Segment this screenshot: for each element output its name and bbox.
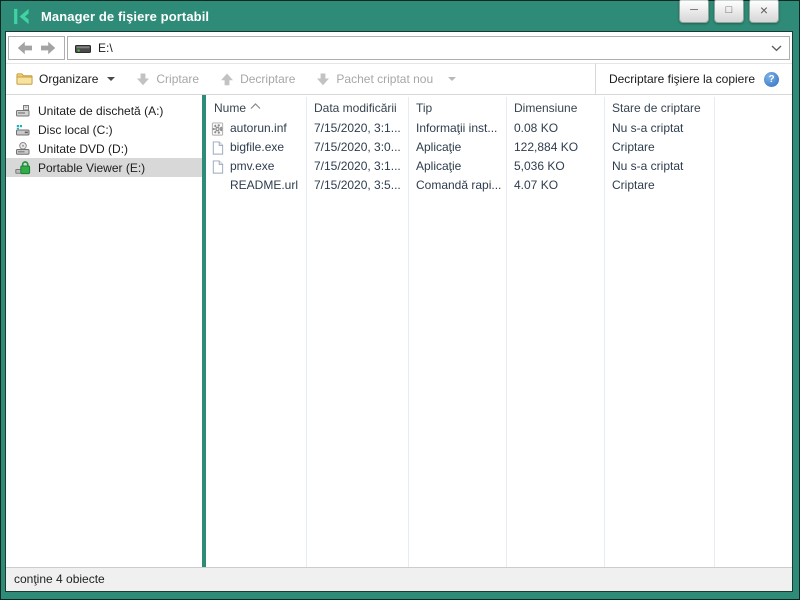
arrow-down-icon — [316, 73, 330, 86]
file-rows: autorun.inf 7/15/2020, 3:1... Informaţii… — [206, 119, 792, 195]
drive-sidebar: Unitate de dischetă (A:) Disc local (C:)… — [6, 95, 202, 567]
file-icon — [210, 140, 225, 156]
file-icon — [210, 159, 225, 175]
sidebar-item-portable-viewer-e[interactable]: Portable Viewer (E:) — [6, 158, 202, 177]
file-name: bigfile.exe — [230, 140, 285, 154]
file-type: Informaţii inst... — [416, 121, 498, 135]
file-type: Aplicaţie — [416, 159, 462, 173]
setup-file-icon — [210, 121, 225, 137]
chevron-down-icon — [448, 77, 457, 81]
file-row-bigfile[interactable]: bigfile.exe 7/15/2020, 3:0... Aplicaţie … — [206, 138, 792, 157]
decrypt-label: Decriptare — [240, 72, 296, 86]
column-header-encryption-status[interactable]: Stare de criptare — [604, 95, 714, 119]
folder-icon — [16, 72, 33, 86]
file-type: Comandă rapi... — [416, 178, 502, 192]
file-type: Aplicaţie — [416, 140, 462, 154]
file-name: autorun.inf — [230, 121, 287, 135]
navigation-bar: E:\ — [6, 32, 792, 63]
file-encryption-status: Nu s-a criptat — [612, 121, 684, 135]
window-controls: ─ □ × — [679, 0, 779, 23]
column-header-size[interactable]: Dimensiune — [506, 95, 604, 119]
new-encrypted-package-label: Pachet criptat nou — [336, 72, 434, 86]
file-size: 0.08 KO — [514, 121, 559, 135]
file-list: Nume Data modificării Tip Dimensiune Sta… — [206, 95, 792, 567]
file-encryption-status: Nu s-a criptat — [612, 159, 684, 173]
organize-label: Organizare — [39, 72, 99, 86]
back-button[interactable] — [17, 41, 33, 55]
decrypt-on-copy-label: Decriptare fişiere la copiere — [608, 72, 755, 86]
decrypt-button[interactable]: Decriptare — [220, 72, 295, 86]
file-size: 122,884 KO — [514, 140, 579, 154]
close-button[interactable]: × — [749, 0, 779, 23]
sidebar-item-floppy-a[interactable]: Unitate de dischetă (A:) — [6, 101, 202, 120]
arrow-down-icon — [136, 73, 150, 86]
file-name: pmv.exe — [230, 159, 275, 173]
decrypt-on-copy-button[interactable]: Decriptare fişiere la copiere ? — [594, 63, 792, 95]
file-date: 7/15/2020, 3:0... — [314, 140, 401, 154]
floppy-drive-icon — [15, 103, 31, 119]
nav-buttons — [8, 36, 65, 60]
sidebar-item-dvd-d[interactable]: Unitate DVD (D:) — [6, 139, 202, 158]
file-encryption-status: Criptare — [612, 140, 655, 154]
minimize-button[interactable]: ─ — [679, 0, 709, 23]
file-row-autorun[interactable]: autorun.inf 7/15/2020, 3:1... Informaţii… — [206, 119, 792, 138]
file-size: 5,036 KO — [514, 159, 565, 173]
new-encrypted-package-button[interactable]: Pachet criptat nou — [316, 72, 457, 86]
file-name: README.url — [230, 178, 299, 192]
local-disk-icon — [15, 122, 31, 138]
window-title: Manager de fişiere portabil — [41, 8, 210, 24]
file-date: 7/15/2020, 3:1... — [314, 121, 401, 135]
drive-icon — [75, 42, 91, 54]
status-bar: conţine 4 obiecte — [6, 567, 792, 591]
encrypted-drive-icon — [15, 160, 31, 176]
sidebar-item-label: Disc local (C:) — [38, 122, 113, 137]
window-frame: E:\ Organizare Criptare Decriptare Pache… — [5, 31, 793, 592]
column-header-date-modified[interactable]: Data modificării — [306, 95, 408, 119]
dvd-drive-icon — [15, 141, 31, 157]
sidebar-item-label: Portable Viewer (E:) — [38, 160, 146, 175]
help-icon[interactable]: ? — [764, 71, 779, 87]
forward-button[interactable] — [40, 41, 56, 55]
address-text: E:\ — [98, 41, 113, 55]
encrypt-label: Criptare — [156, 72, 200, 86]
file-date: 7/15/2020, 3:5... — [314, 178, 401, 192]
chevron-down-icon — [107, 77, 116, 81]
encrypt-button[interactable]: Criptare — [136, 72, 199, 86]
sidebar-item-local-disk-c[interactable]: Disc local (C:) — [6, 120, 202, 139]
arrow-up-icon — [220, 73, 234, 86]
kaspersky-logo-icon — [12, 7, 31, 26]
file-list-header: Nume Data modificării Tip Dimensiune Sta… — [206, 95, 792, 119]
file-encryption-status: Criptare — [612, 178, 655, 192]
main-area: Unitate de dischetă (A:) Disc local (C:)… — [6, 95, 792, 567]
file-row-pmv[interactable]: pmv.exe 7/15/2020, 3:1... Aplicaţie 5,03… — [206, 157, 792, 176]
status-text: conţine 4 obiecte — [14, 572, 105, 586]
file-date: 7/15/2020, 3:1... — [314, 159, 401, 173]
sidebar-item-label: Unitate de dischetă (A:) — [38, 103, 164, 118]
column-header-type[interactable]: Tip — [408, 95, 506, 119]
file-row-readme[interactable]: README.url 7/15/2020, 3:5... Comandă rap… — [206, 176, 792, 195]
address-dropdown-icon[interactable] — [771, 45, 782, 52]
organize-button[interactable]: Organizare — [16, 72, 116, 86]
sidebar-item-label: Unitate DVD (D:) — [38, 141, 129, 156]
address-bar[interactable]: E:\ — [67, 36, 790, 60]
file-size: 4.07 KO — [514, 178, 559, 192]
column-header-name[interactable]: Nume — [206, 95, 306, 119]
maximize-button[interactable]: □ — [714, 0, 744, 23]
